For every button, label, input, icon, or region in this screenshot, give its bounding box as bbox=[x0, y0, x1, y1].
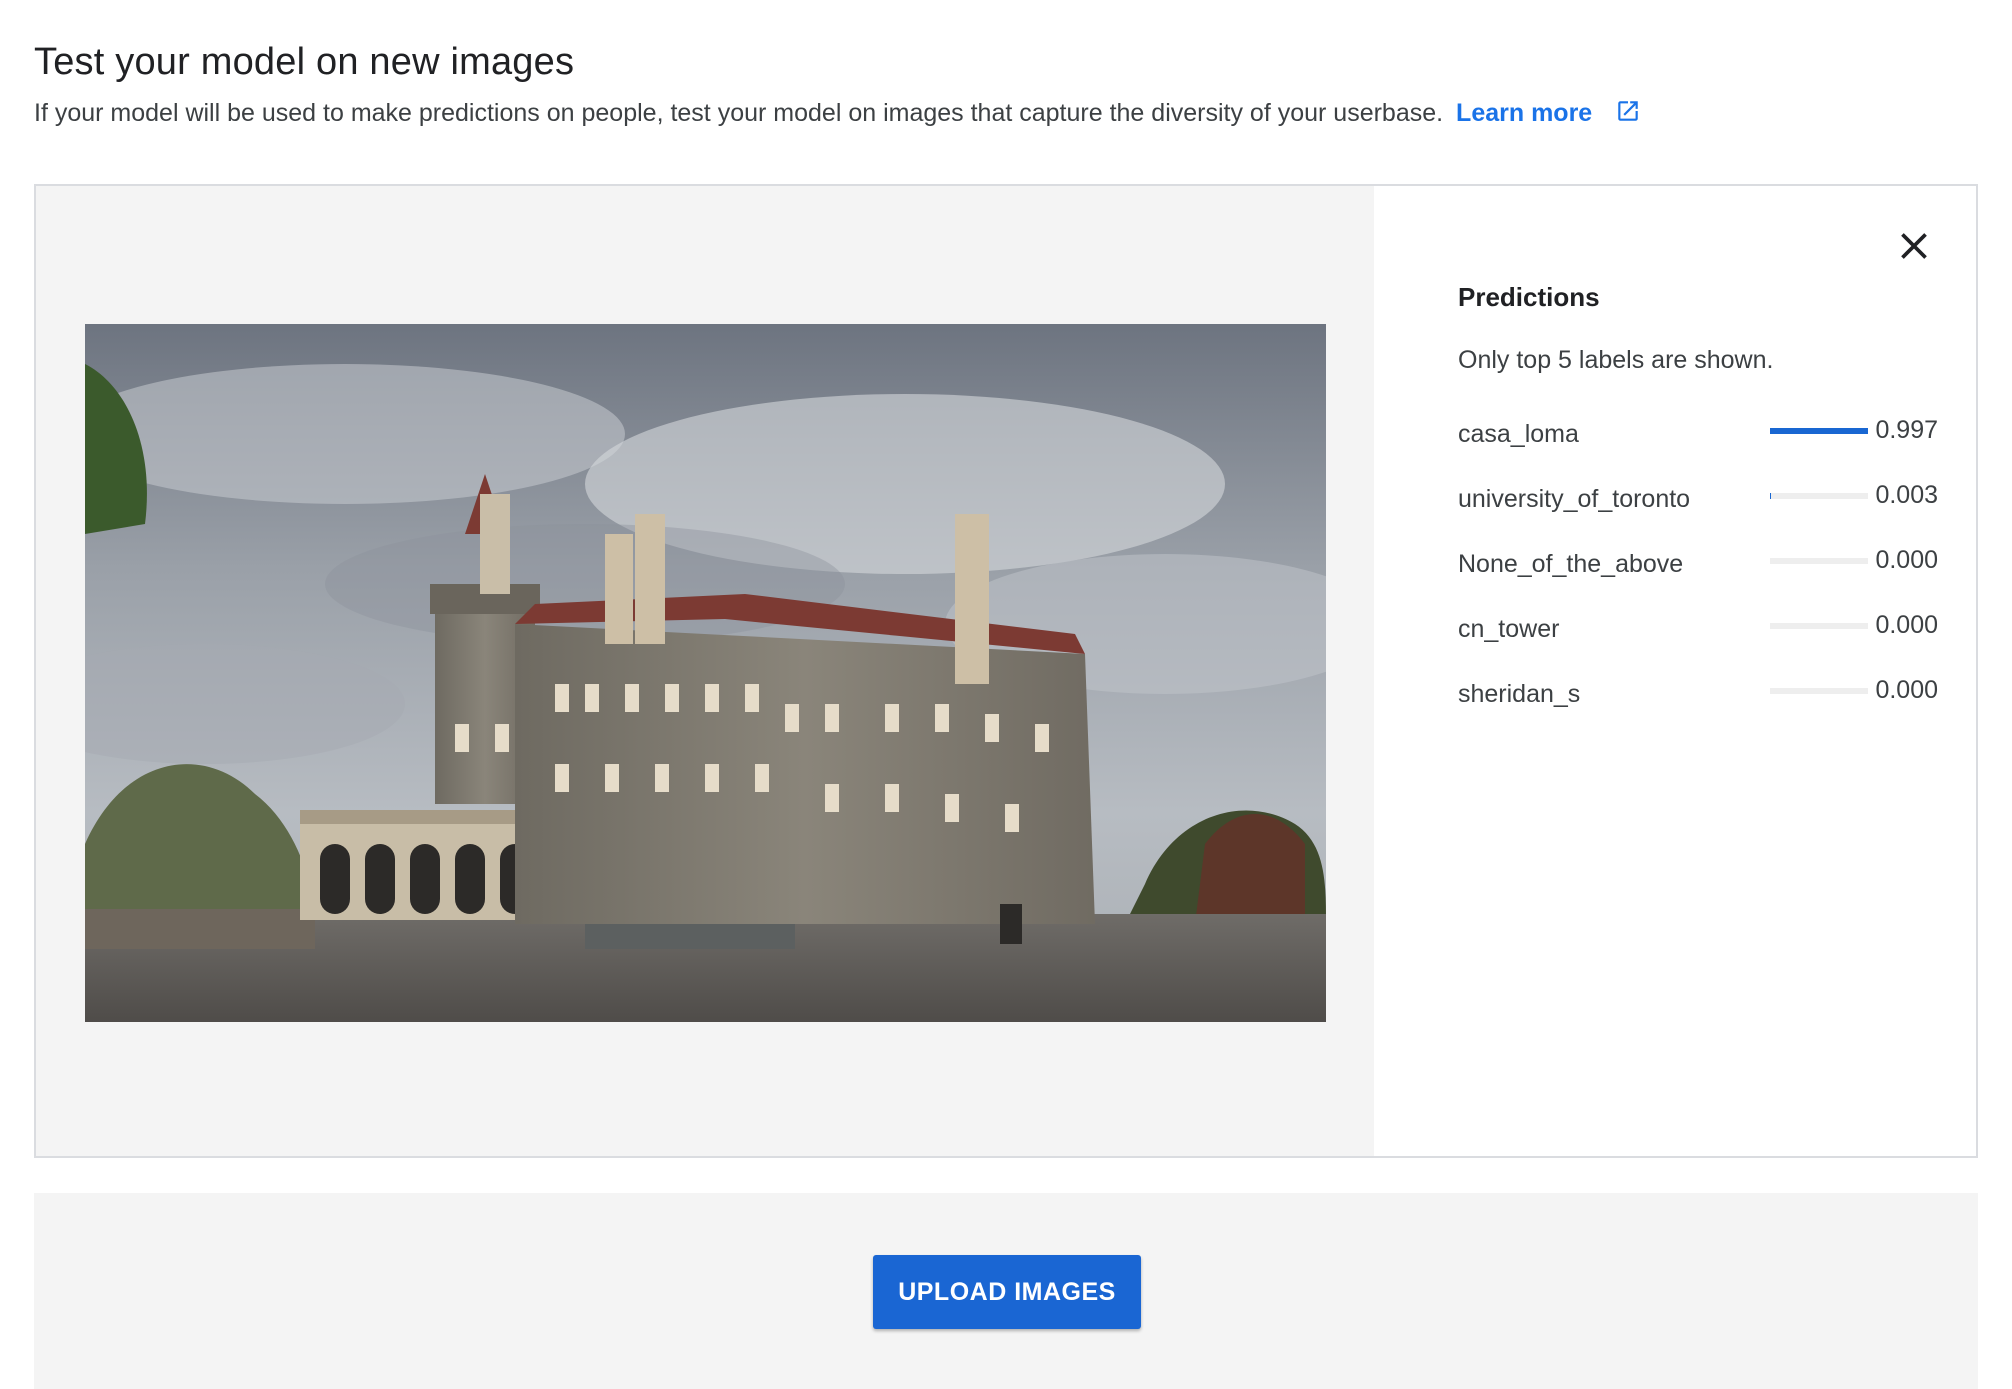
prediction-bar-track bbox=[1770, 623, 1868, 629]
prediction-row: cn_tower 0.000 bbox=[1458, 603, 1938, 668]
prediction-bar-track bbox=[1770, 558, 1868, 564]
prediction-score: 0.003 bbox=[1875, 481, 1938, 510]
predictions-title: Predictions bbox=[1458, 282, 1600, 313]
test-image bbox=[85, 324, 1326, 1022]
prediction-label: None_of_the_above bbox=[1458, 550, 1683, 579]
predictions-list: casa_loma 0.997 university_of_toronto 0.… bbox=[1458, 408, 1938, 733]
predictions-note: Only top 5 labels are shown. bbox=[1458, 346, 1773, 375]
prediction-bar-track bbox=[1770, 428, 1868, 434]
prediction-row: university_of_toronto 0.003 bbox=[1458, 473, 1938, 538]
prediction-label: casa_loma bbox=[1458, 420, 1579, 449]
castle-photo-illustration bbox=[85, 324, 1326, 1022]
prediction-row: None_of_the_above 0.000 bbox=[1458, 538, 1938, 603]
upload-images-button[interactable]: UPLOAD IMAGES bbox=[873, 1255, 1141, 1329]
test-result-panel: Predictions Only top 5 labels are shown.… bbox=[34, 184, 1978, 1158]
upload-area: UPLOAD IMAGES bbox=[34, 1193, 1978, 1389]
prediction-score: 0.000 bbox=[1875, 546, 1938, 575]
prediction-label: cn_tower bbox=[1458, 615, 1559, 644]
prediction-score: 0.000 bbox=[1875, 676, 1938, 705]
predictions-panel: Predictions Only top 5 labels are shown.… bbox=[1374, 186, 1976, 1156]
prediction-score: 0.997 bbox=[1875, 416, 1938, 445]
prediction-label: university_of_toronto bbox=[1458, 485, 1690, 514]
prediction-bar-track bbox=[1770, 688, 1868, 694]
close-icon[interactable] bbox=[1892, 224, 1936, 268]
prediction-row: casa_loma 0.997 bbox=[1458, 408, 1938, 473]
open-in-new-icon[interactable] bbox=[1615, 98, 1641, 131]
prediction-score: 0.000 bbox=[1875, 611, 1938, 640]
prediction-bar-fill bbox=[1770, 428, 1868, 434]
intro-description: If your model will be used to make predi… bbox=[34, 99, 1443, 127]
intro-text-row: If your model will be used to make predi… bbox=[34, 98, 1641, 131]
prediction-bar-track bbox=[1770, 493, 1868, 499]
prediction-label: sheridan_s bbox=[1458, 680, 1580, 709]
image-preview-area bbox=[36, 186, 1374, 1156]
prediction-row: sheridan_s 0.000 bbox=[1458, 668, 1938, 733]
page-title: Test your model on new images bbox=[34, 41, 574, 84]
learn-more-link[interactable]: Learn more bbox=[1456, 99, 1592, 127]
